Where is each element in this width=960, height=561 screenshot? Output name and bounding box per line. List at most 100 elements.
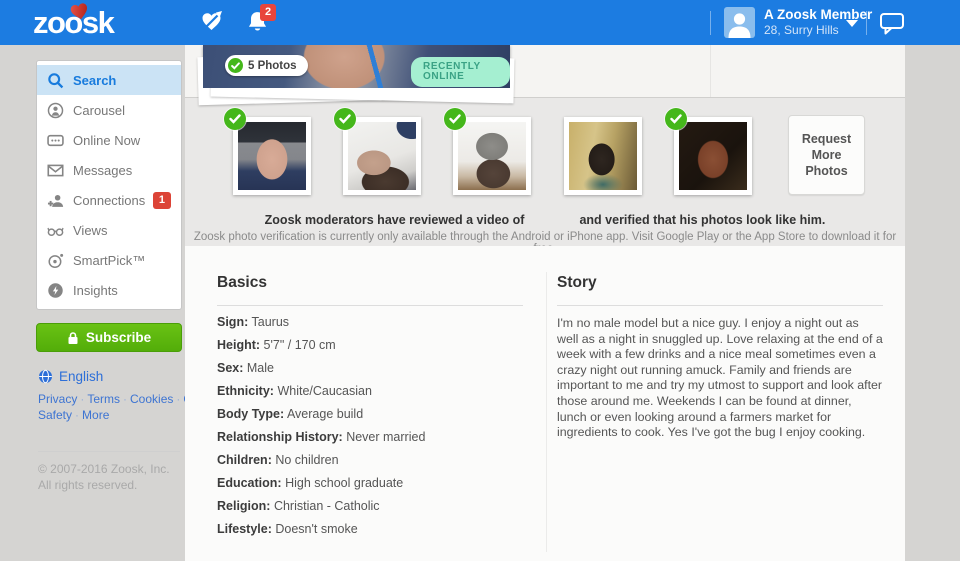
basics-value: Christian - Catholic — [274, 499, 380, 513]
privacy-link[interactable]: Privacy — [38, 392, 77, 406]
language-label: English — [59, 369, 103, 384]
sidebar-item-search[interactable]: Search — [37, 65, 181, 95]
chevron-down-icon[interactable] — [846, 20, 858, 27]
basics-value: High school graduate — [285, 476, 403, 490]
basics-value: Taurus — [252, 315, 290, 329]
cookies-link[interactable]: Cookies — [130, 392, 173, 406]
basics-row: Body Type: Average build — [217, 408, 523, 421]
basics-label: Religion: — [217, 499, 270, 513]
basics-label: Sex: — [217, 361, 243, 375]
basics-label: Relationship History: — [217, 430, 343, 444]
connections-icon — [47, 192, 64, 209]
search-icon — [47, 72, 64, 89]
insights-icon — [47, 282, 64, 299]
notification-count-badge: 2 — [260, 4, 276, 21]
photo-count-label: 5 Photos — [248, 60, 297, 72]
photo-thumbnail-image — [569, 122, 637, 190]
sidebar-item-connections[interactable]: Connections 1 — [37, 185, 181, 215]
sidebar-item-label: Views — [73, 223, 107, 238]
basics-title: Basics — [217, 274, 523, 292]
views-icon — [47, 222, 64, 239]
verified-photo-thumbnail[interactable] — [233, 117, 311, 195]
globe-icon — [38, 369, 53, 384]
basics-row: Education: High school graduate — [217, 477, 523, 490]
verified-check-icon — [444, 108, 466, 130]
sidebar-item-label: SmartPick™ — [73, 253, 145, 268]
sidebar-item-insights[interactable]: Insights — [37, 275, 181, 305]
basics-value: Doesn't smoke — [275, 522, 357, 536]
sidebar-item-online-now[interactable]: Online Now — [37, 125, 181, 155]
link-separator: · — [75, 408, 79, 422]
user-menu-details: 28, Surry Hills — [764, 23, 839, 37]
photo-thumbnail[interactable] — [564, 117, 642, 195]
smartpick-icon — [47, 252, 64, 269]
photo-thumbnail-image — [458, 122, 526, 190]
basics-row: Ethnicity: White/Caucasian — [217, 385, 523, 398]
basics-value: Never married — [346, 430, 425, 444]
basics-row: Sign: Taurus — [217, 316, 523, 329]
photo-thumbnail-image — [348, 122, 416, 190]
sidebar-item-carousel[interactable]: Carousel — [37, 95, 181, 125]
section-divider — [557, 305, 883, 306]
more-link[interactable]: More — [82, 408, 109, 422]
chat-bubble-icon[interactable] — [879, 12, 905, 35]
sidebar-item-label: Online Now — [73, 133, 140, 148]
basics-label: Lifestyle: — [217, 522, 272, 536]
photo-thumbnail-image — [679, 122, 747, 190]
sidebar-item-label: Carousel — [73, 103, 125, 118]
messages-icon — [47, 162, 64, 179]
basics-label: Ethnicity: — [217, 384, 274, 398]
lock-icon — [67, 331, 79, 345]
story-section: Story I'm no male model but a nice guy. … — [557, 274, 883, 441]
basics-value: 5'7" / 170 cm — [264, 338, 336, 352]
link-separator: · — [176, 392, 180, 406]
subscribe-label: Subscribe — [86, 330, 151, 345]
profile-details-panel: Basics Sign: Taurus Height: 5'7" / 170 c… — [185, 246, 905, 561]
sidebar-item-label: Messages — [73, 163, 132, 178]
person-silhouette-icon — [724, 7, 755, 38]
carousel-icon — [47, 102, 64, 119]
copyright-text: © 2007-2016 Zoosk, Inc. All rights reser… — [38, 461, 180, 493]
avatar[interactable] — [724, 7, 755, 38]
section-divider — [217, 305, 523, 306]
column-divider — [546, 272, 547, 552]
basics-row: Sex: Male — [217, 362, 523, 375]
sidebar-item-messages[interactable]: Messages — [37, 155, 181, 185]
check-icon — [228, 58, 243, 73]
main-profile-photo[interactable]: 5 Photos RECENTLY ONLINE — [203, 45, 510, 97]
verified-photo-thumbnail[interactable] — [453, 117, 531, 195]
header-divider — [866, 11, 867, 35]
subscribe-button[interactable]: Subscribe — [36, 323, 182, 352]
basics-value: White/Caucasian — [277, 384, 372, 398]
sidebar-item-label: Search — [73, 73, 116, 88]
sidebar-item-smartpick[interactable]: SmartPick™ — [37, 245, 181, 275]
request-more-photos-button[interactable]: Request More Photos — [788, 115, 865, 195]
basics-row: Children: No children — [217, 454, 523, 467]
photo-count-badge[interactable]: 5 Photos — [225, 55, 308, 76]
footer-links: Privacy·Terms·Cookies·Online Safety·More — [38, 392, 182, 423]
sidebar-nav: Search Carousel Online Now Messages Conn… — [36, 60, 182, 310]
header-divider — [710, 11, 711, 35]
link-separator: · — [80, 392, 84, 406]
sidebar-divider — [38, 451, 180, 452]
story-title: Story — [557, 274, 883, 292]
connections-count-badge: 1 — [153, 192, 171, 209]
basics-label: Height: — [217, 338, 260, 352]
basics-row: Lifestyle: Doesn't smoke — [217, 523, 523, 536]
sidebar-item-views[interactable]: Views — [37, 215, 181, 245]
verified-photo-thumbnail[interactable] — [343, 117, 421, 195]
basics-row: Relationship History: Never married — [217, 431, 523, 444]
basics-label: Sign: — [217, 315, 248, 329]
language-selector[interactable]: English — [38, 369, 103, 384]
basics-row: Height: 5'7" / 170 cm — [217, 339, 523, 352]
photo-verification-panel: Request More Photos Zoosk moderators hav… — [185, 98, 905, 246]
basics-label: Body Type: — [217, 407, 284, 421]
recently-online-badge: RECENTLY ONLINE — [411, 57, 510, 87]
verified-photo-thumbnail[interactable] — [674, 117, 752, 195]
basics-label: Children: — [217, 453, 272, 467]
review-text-after-name: and verified that his photos look like h… — [579, 213, 825, 227]
terms-link[interactable]: Terms — [87, 392, 120, 406]
basics-section: Basics Sign: Taurus Height: 5'7" / 170 c… — [217, 274, 523, 536]
matches-heart-icon[interactable] — [200, 10, 224, 33]
basics-value: Average build — [287, 407, 363, 421]
